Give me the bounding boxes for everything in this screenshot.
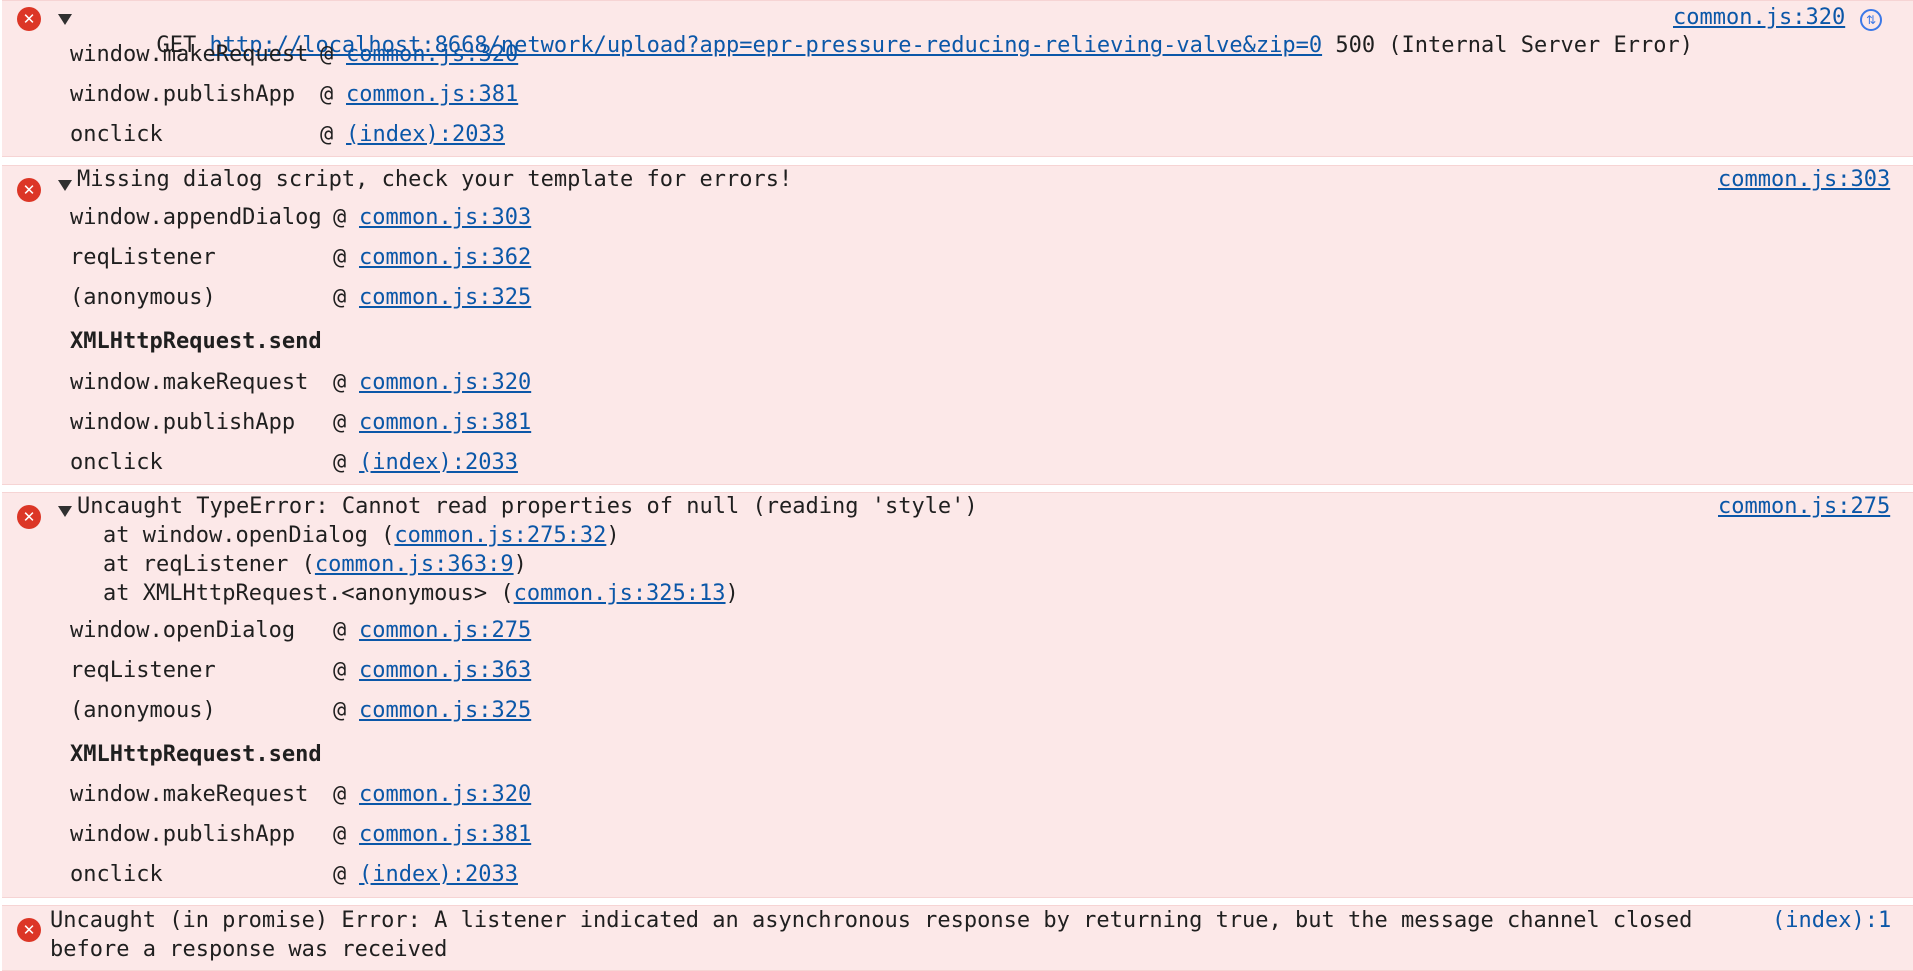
stack-function: onclick [70,122,163,147]
request-status: 500 (Internal Server Error) [1335,33,1693,58]
message-text-line-2: before a response was received [50,937,448,962]
stack-function: window.makeRequest [70,370,309,395]
async-boundary-label: XMLHttpRequest.send [70,742,322,767]
stack-link[interactable]: common.js:303 [359,204,531,232]
triangle-down-icon[interactable] [58,14,72,25]
stack-at: @ [320,122,334,147]
stack-at: @ [333,822,347,847]
stack-function: window.openDialog [70,618,296,643]
stack-at: @ [333,285,347,310]
console-message-promise-error[interactable]: ✕ Uncaught (in promise) Error: A listene… [2,905,1913,971]
stack-link[interactable]: (index):2033 [359,449,518,477]
stack-link[interactable]: (index):2033 [346,121,505,149]
stack-at: @ [333,370,347,395]
error-icon: ✕ [17,178,41,202]
stack-link[interactable]: common.js:363 [359,657,531,685]
stack-at: @ [320,82,334,107]
source-link[interactable]: common.js:303 [1718,166,1890,194]
stack-link[interactable]: common.js:275 [359,617,531,645]
stack-function: onclick [70,450,163,475]
stack-at: @ [333,658,347,683]
stack-at: @ [333,618,347,643]
source-link[interactable]: common.js:320 [1673,4,1845,32]
stack-link[interactable]: common.js:325 [359,697,531,725]
stack-at: @ [333,450,347,475]
stack-function: reqListener [70,245,216,270]
trace-line: at reqListener (common.js:363:9) [103,551,527,579]
stack-function: (anonymous) [70,285,216,310]
stack-at: @ [333,410,347,435]
trace-text: at reqListener ( [103,552,315,577]
stack-link[interactable]: common.js:320 [346,41,518,69]
trace-text: ) [725,581,739,606]
console-message-network-error[interactable]: ✕ GET http://localhost:8668/network/uplo… [2,0,1913,157]
stack-at: @ [333,862,347,887]
error-icon: ✕ [17,505,41,529]
console-message-type-error[interactable]: ✕ Uncaught TypeError: Cannot read proper… [2,492,1913,898]
stack-at: @ [333,698,347,723]
network-request-icon[interactable]: ⇅ [1860,9,1882,31]
error-icon: ✕ [17,7,41,31]
stack-function: window.appendDialog [70,205,322,230]
console-panel: ✕ GET http://localhost:8668/network/uplo… [0,0,1913,971]
triangle-down-icon[interactable] [58,180,72,191]
stack-link[interactable]: (index):2033 [359,861,518,889]
stack-function: window.makeRequest [70,42,309,67]
source-link[interactable]: common.js:275 [1718,493,1890,521]
trace-text: ) [606,523,620,548]
trace-line: at XMLHttpRequest.<anonymous> (common.js… [103,580,739,608]
trace-line: at window.openDialog (common.js:275:32) [103,522,620,550]
triangle-down-icon[interactable] [58,506,72,517]
stack-link[interactable]: common.js:381 [359,409,531,437]
message-text: Uncaught TypeError: Cannot read properti… [77,494,978,519]
stack-at: @ [333,245,347,270]
stack-link[interactable]: common.js:325 [359,284,531,312]
error-icon: ✕ [17,918,41,942]
stack-function: window.publishApp [70,822,296,847]
stack-function: (anonymous) [70,698,216,723]
stack-at: @ [333,205,347,230]
trace-text: ) [513,552,527,577]
stack-function: window.makeRequest [70,782,309,807]
stack-at: @ [333,782,347,807]
source-link[interactable]: (index):1 [1772,907,1891,935]
stack-function: onclick [70,862,163,887]
stack-link[interactable]: common.js:381 [346,81,518,109]
stack-function: reqListener [70,658,216,683]
trace-text: at window.openDialog ( [103,523,395,548]
console-message-missing-dialog[interactable]: ✕ Missing dialog script, check your temp… [2,165,1913,485]
message-text-line-1: Uncaught (in promise) Error: A listener … [50,908,1693,933]
stack-link[interactable]: common.js:320 [359,781,531,809]
async-boundary-label: XMLHttpRequest.send [70,329,322,354]
stack-function: window.publishApp [70,410,296,435]
stack-link[interactable]: common.js:381 [359,821,531,849]
trace-link[interactable]: common.js:325:13 [514,581,726,606]
stack-link[interactable]: common.js:320 [359,369,531,397]
stack-function: window.publishApp [70,82,296,107]
message-text: Missing dialog script, check your templa… [77,167,793,192]
trace-link[interactable]: common.js:275:32 [394,523,606,548]
stack-at: @ [320,42,334,67]
stack-link[interactable]: common.js:362 [359,244,531,272]
trace-text: at XMLHttpRequest.<anonymous> ( [103,581,514,606]
trace-link[interactable]: common.js:363:9 [315,552,514,577]
